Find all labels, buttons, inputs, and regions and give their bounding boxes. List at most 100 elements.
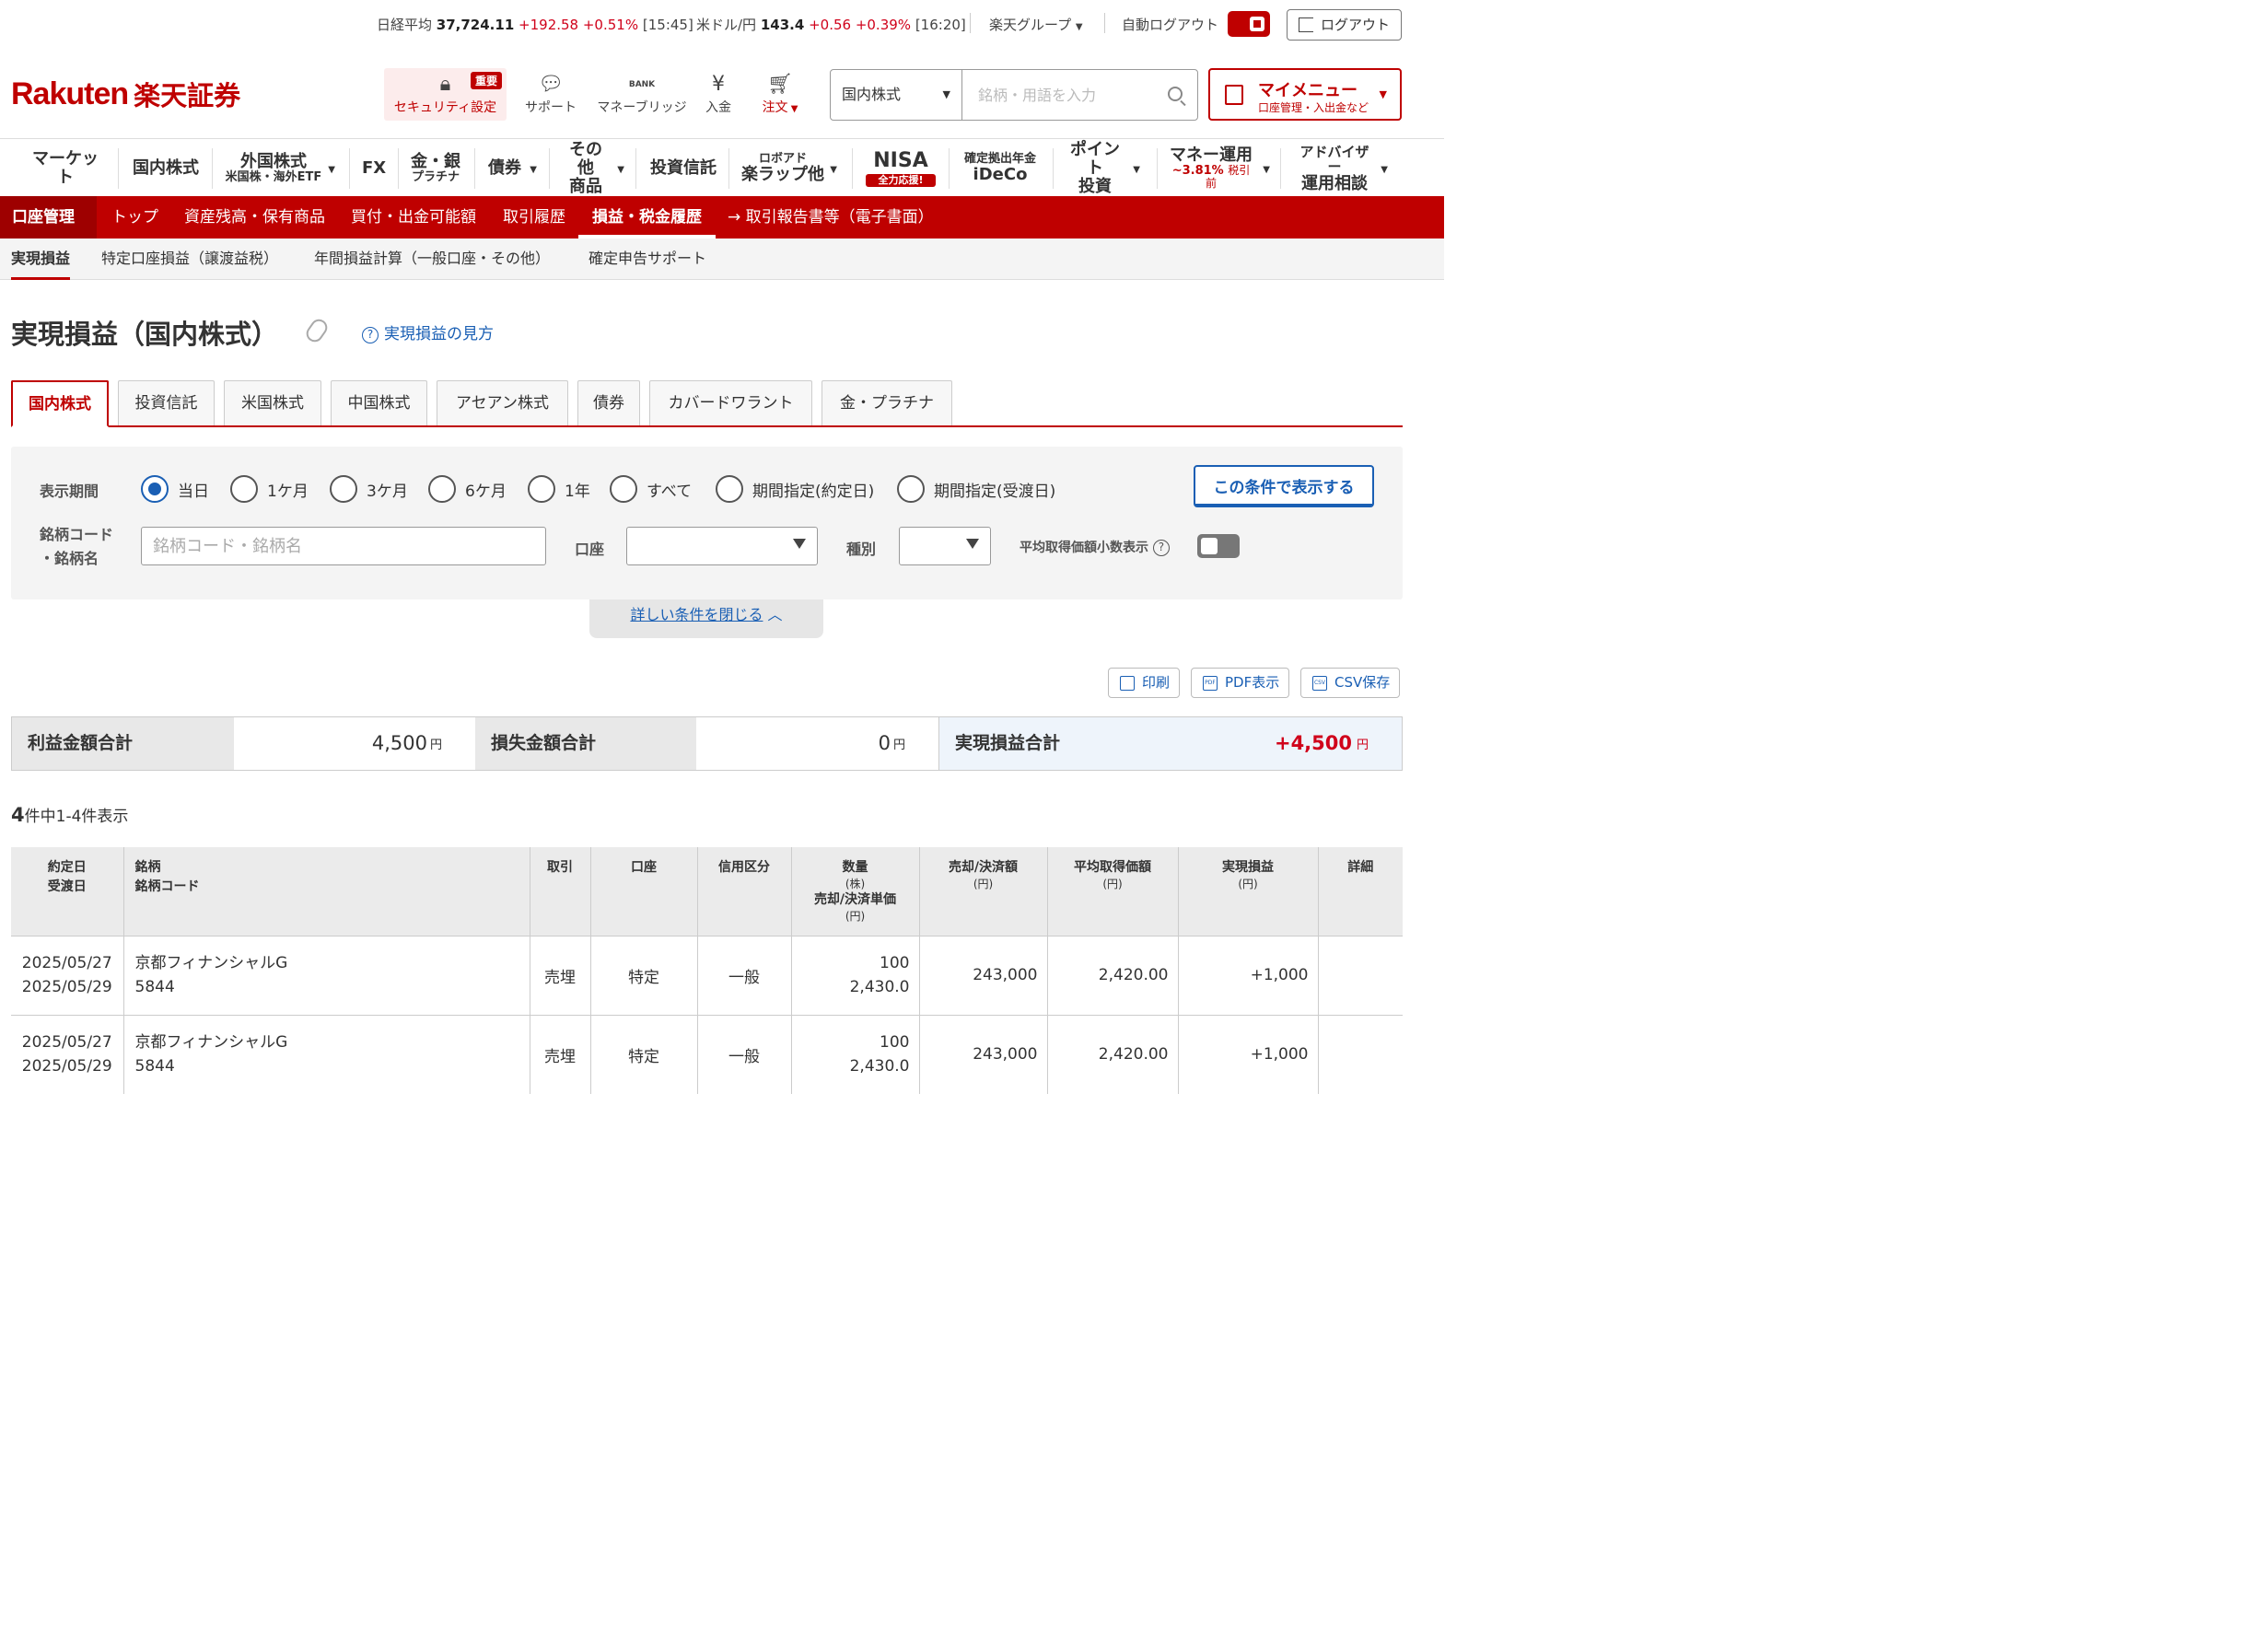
account-nav-history[interactable]: 取引履歴 (503, 196, 565, 238)
gnav-advisor[interactable]: アドバイザー 運用相談 ▼ (1294, 144, 1388, 192)
code-search-input[interactable] (141, 527, 546, 565)
type-select[interactable] (899, 527, 991, 565)
rakuten-logo[interactable]: Rakuten 楽天証券 (11, 76, 240, 112)
gnav-nisa[interactable]: NISA 全力応援! (866, 148, 936, 189)
cell-avg-cost: 2,420.00 (1047, 1014, 1179, 1094)
search-icon[interactable] (1168, 87, 1183, 101)
chevron-down-icon: ▼ (830, 165, 837, 175)
gnav-money-management[interactable]: マネー運用 ~3.81% 税引前 ▼ (1167, 145, 1270, 190)
gnav-fx[interactable]: FX (362, 148, 386, 189)
account-nav-reports[interactable]: → 取引報告書等（電子書面） (728, 196, 934, 238)
question-icon[interactable]: ? (1152, 540, 1170, 556)
gnav-other-products[interactable]: その他 商品 ▼ (562, 141, 624, 195)
account-select[interactable] (626, 527, 818, 565)
subnav-tax-return-support[interactable]: 確定申告サポート (588, 238, 706, 280)
tab-covered-warrant[interactable]: カバードワラント (649, 380, 812, 425)
pdf-button[interactable]: PDF PDF表示 (1191, 668, 1290, 698)
search-input[interactable] (963, 70, 1159, 120)
security-name[interactable]: 京都フィナンシャルG (135, 1030, 530, 1054)
cell-detail[interactable] (1318, 1014, 1403, 1094)
pl-summary: 利益金額合計 4,500 円 損失金額合計 0円 実現損益合計 +4,500 円 (11, 716, 1403, 771)
support-label: サポート (525, 100, 577, 115)
gnav-bonds[interactable]: 債券 ▼ (487, 148, 537, 189)
gnav-domestic-stock[interactable]: 国内株式 (132, 148, 200, 189)
deposit-link[interactable]: ¥ 入金 (702, 72, 735, 116)
avg-decimal-toggle[interactable] (1197, 534, 1240, 558)
account-nav-pl-tax[interactable]: 損益・税金履歴 (578, 196, 716, 238)
divider (549, 148, 550, 189)
radio-indicator (528, 475, 555, 503)
gnav-point-investment[interactable]: ポイント 投資 ▼ (1065, 141, 1140, 195)
period-radio-6month[interactable]: 6ケ月 (428, 474, 507, 504)
rakuten-group-label: 楽天グループ (989, 17, 1072, 33)
tab-bonds[interactable]: 債券 (577, 380, 640, 425)
period-radio-1year[interactable]: 1年 (528, 474, 590, 504)
account-nav-assets[interactable]: 資産残高・保有商品 (184, 196, 325, 238)
gnav-ideco[interactable]: 確定拠出年金 iDeCo (961, 148, 1040, 189)
tab-asean-stock[interactable]: アセアン株式 (437, 380, 568, 425)
gnav-gold-silver[interactable]: 金・銀 プラチナ (410, 148, 461, 189)
nikkei-time: [15:45] (642, 17, 693, 33)
gnav-market[interactable]: マーケット (25, 148, 106, 189)
tab-us-stock[interactable]: 米国株式 (224, 380, 321, 425)
gnav-robo-advisor[interactable]: ロボアド 楽ラップ他 ▼ (741, 148, 837, 189)
divider (349, 148, 350, 189)
period-radio-today[interactable]: 当日 (141, 474, 209, 504)
subnav-realized-pl[interactable]: 実現損益 (11, 238, 71, 280)
radio-label: 期間指定(受渡日) (934, 482, 1056, 501)
cell-detail[interactable] (1318, 935, 1403, 1015)
radio-label: 6ケ月 (465, 482, 507, 501)
col-avg-cost: 平均取得価額 (円) (1047, 847, 1179, 936)
rakuten-group-menu[interactable]: 楽天グループ ▼ (989, 15, 1083, 34)
period-radio-trade-date[interactable]: 期間指定(約定日) (716, 474, 874, 504)
search-category-select[interactable]: 国内株式 ▼ (831, 70, 962, 120)
security-name[interactable]: 京都フィナンシャルG (135, 951, 530, 975)
period-radio-1month[interactable]: 1ケ月 (230, 474, 309, 504)
radio-label: 1年 (565, 482, 590, 501)
help-link-label: 実現損益の見方 (384, 325, 494, 343)
tab-gold-platinum[interactable]: 金・プラチナ (822, 380, 952, 425)
csv-button[interactable]: CSV CSV保存 (1300, 668, 1401, 698)
account-nav-buying-power[interactable]: 買付・出金可能額 (351, 196, 476, 238)
tab-domestic-stock[interactable]: 国内株式 (11, 380, 109, 427)
account-nav-top[interactable]: トップ (111, 196, 158, 238)
tab-china-stock[interactable]: 中国株式 (331, 380, 427, 425)
cell-trade: 売埋 (530, 935, 591, 1015)
period-radio-3month[interactable]: 3ケ月 (330, 474, 408, 504)
search-box: 国内株式 ▼ (830, 69, 1198, 121)
help-link[interactable]: ? 実現損益の見方 (362, 320, 494, 343)
gnav-foreign-stock[interactable]: 外国株式 米国株・海外ETF ▼ (225, 148, 335, 189)
cell-account: 特定 (590, 1014, 698, 1094)
support-link[interactable]: 💬︎ サポート (521, 72, 580, 116)
apply-filter-button[interactable]: この条件で表示する (1194, 465, 1374, 507)
tab-investment-trust[interactable]: 投資信託 (118, 380, 215, 425)
subnav-annual-pl[interactable]: 年間損益計算（一般口座・その他） (314, 238, 550, 280)
gnav-label: マネー運用 (1170, 145, 1253, 165)
period-radio-settle-date[interactable]: 期間指定(受渡日) (897, 474, 1055, 504)
chevron-down-icon (966, 539, 979, 549)
chevron-down-icon: ▼ (1263, 165, 1270, 175)
close-conditions-link[interactable]: 詳しい条件を閉じる ︿ (589, 599, 823, 638)
radio-indicator (230, 475, 258, 503)
print-button[interactable]: 印刷 (1108, 668, 1181, 698)
realized-pl-total: 実現損益合計 +4,500 円 (938, 717, 1402, 770)
subnav-specific-account-pl[interactable]: 特定口座損益（譲渡益税） (101, 238, 278, 280)
result-count: 4件中1-4件表示 (11, 803, 128, 826)
paperclip-icon[interactable] (303, 316, 331, 345)
order-menu[interactable]: 🛒︎ 注文 ▼ (757, 72, 803, 116)
bank-icon: BANK (628, 80, 656, 89)
yen-unit: 円 (429, 739, 442, 752)
period-radio-all[interactable]: すべて (610, 474, 692, 504)
col-realized-pl: 実現損益 (円) (1178, 847, 1319, 936)
divider (212, 148, 213, 189)
gnav-investment-trust[interactable]: 投資信託 (649, 148, 717, 189)
my-menu-button[interactable]: マイメニュー 口座管理・入出金など ▼ (1208, 68, 1402, 121)
money-bridge-link[interactable]: BANK マネーブリッジ (595, 72, 689, 116)
loss-total-label: 損失金額合計 (475, 717, 696, 770)
logout-button[interactable]: ログアウト (1287, 9, 1402, 41)
divider (1104, 13, 1105, 33)
auto-logout-toggle[interactable] (1228, 11, 1270, 37)
gnav-label: 金・銀 (411, 151, 460, 171)
divider (398, 148, 399, 189)
col-credit: 信用区分 (697, 847, 792, 936)
